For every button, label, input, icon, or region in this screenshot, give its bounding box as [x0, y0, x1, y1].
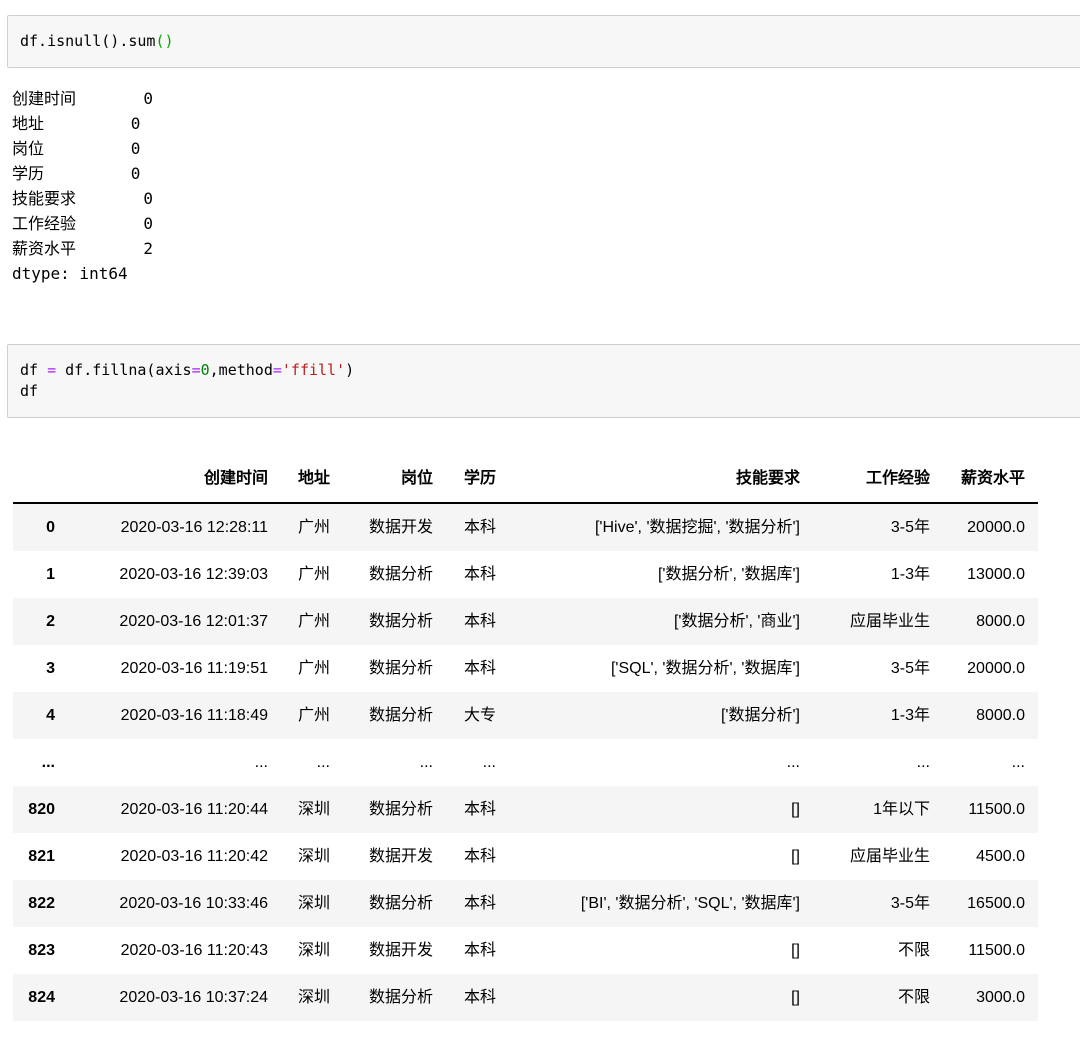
table-header-row: 创建时间 地址 岗位 学历 技能要求 工作经验 薪资水平 — [13, 455, 1038, 504]
dataframe-output: 创建时间 地址 岗位 学历 技能要求 工作经验 薪资水平 0 2020-03-16… — [13, 455, 1080, 1021]
table-row: 4 2020-03-16 11:18:49 广州 数据分析 大专 ['数据分析'] 1-3年… — [13, 692, 1038, 739]
header-salary: 薪资水平 — [943, 455, 1038, 504]
dataframe-table: 创建时间 地址 岗位 学历 技能要求 工作经验 薪资水平 0 2020-03-16… — [13, 455, 1038, 1021]
table-row: 821 2020-03-16 11:20:42 深圳 数据开发 本科[] 应届毕业生 450… — [13, 833, 1038, 880]
header-position: 岗位 — [343, 455, 446, 504]
table-row: 0 2020-03-16 12:28:11 广州 数据开发 本科 ['Hive', '数据… — [13, 503, 1038, 551]
code-cell-input-1[interactable]: df.isnull().sum() — [7, 15, 1080, 68]
table-row: 822 2020-03-16 10:33:46 深圳 数据分析 本科 ['BI', '数据… — [13, 880, 1038, 927]
code-line: df.isnull().sum() — [20, 31, 1079, 52]
header-index — [13, 455, 68, 504]
header-address: 地址 — [281, 455, 343, 504]
header-experience: 工作经验 — [813, 455, 943, 504]
code-line: df — [20, 382, 39, 400]
table-row: 824 2020-03-16 10:37:24 深圳 数据分析 本科[] 不限 3000.0 — [13, 974, 1038, 1021]
table-row: 2 2020-03-16 12:01:37 广州 数据分析 本科 ['数据分析', '商业… — [13, 598, 1038, 645]
code-line: df = df.fillna(axis=0,method='ffill') — [20, 361, 355, 379]
isnull-sum-output: 创建时间 0 地址 0 岗位 0 学历 0 技能要求 0 工作经验 0 薪资水平… — [12, 89, 154, 283]
code-cell-input-2[interactable]: df = df.fillna(axis=0,method='ffill') df — [7, 344, 1080, 418]
table-row-ellipsis: ........................ — [13, 739, 1038, 786]
table-row: 823 2020-03-16 11:20:43 深圳 数据开发 本科[] 不限 11500.… — [13, 927, 1038, 974]
table-row: 820 2020-03-16 11:20:44 深圳 数据分析 本科[] 1年以下 1150… — [13, 786, 1038, 833]
header-education: 学历 — [446, 455, 509, 504]
table-row: 3 2020-03-16 11:19:51 广州 数据分析 本科 ['SQL', '数据分… — [13, 645, 1038, 692]
header-skills: 技能要求 — [509, 455, 813, 504]
header-create-time: 创建时间 — [68, 455, 281, 504]
code-text: df.isnull().sum — [20, 32, 156, 50]
matching-bracket-highlight: () — [155, 32, 174, 50]
table-row: 1 2020-03-16 12:39:03 广州 数据分析 本科 ['数据分析', '数据… — [13, 551, 1038, 598]
